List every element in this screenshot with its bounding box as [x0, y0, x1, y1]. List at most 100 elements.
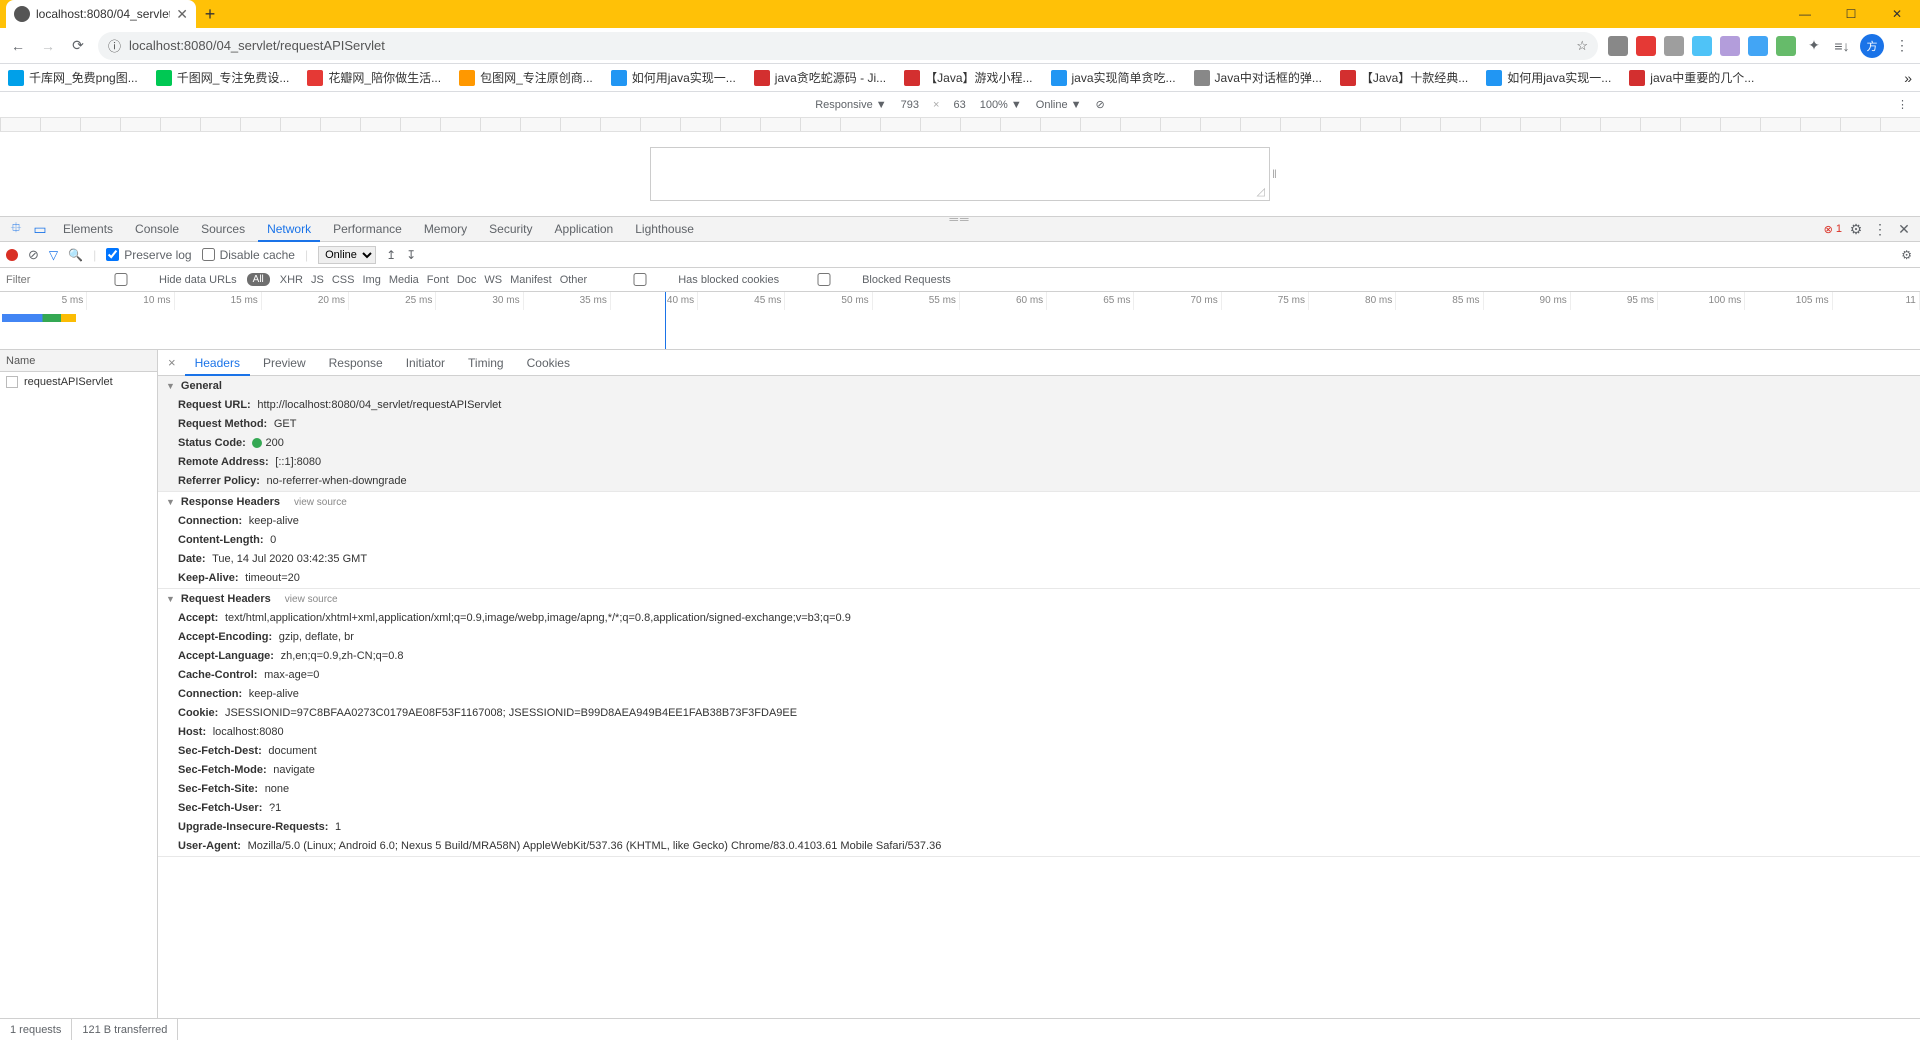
drag-handle-icon[interactable]: ══	[949, 212, 970, 226]
filter-media[interactable]: Media	[389, 274, 419, 286]
bookmark-item[interactable]: Java中对话框的弹...	[1194, 69, 1322, 86]
device-mode-select[interactable]: Responsive ▼	[815, 99, 886, 111]
bookmark-item[interactable]: java贪吃蛇源码 - Ji...	[754, 69, 886, 86]
maximize-button[interactable]: ☐	[1828, 0, 1874, 28]
bookmark-item[interactable]: java中重要的几个...	[1629, 69, 1754, 86]
preserve-log-checkbox[interactable]: Preserve log	[106, 248, 191, 262]
ext-icon[interactable]	[1748, 36, 1768, 56]
devtools-tab-lighthouse[interactable]: Lighthouse	[626, 216, 703, 242]
close-tab-icon[interactable]: ✕	[176, 6, 188, 23]
corner-resize-icon[interactable]: ◿	[1257, 185, 1265, 198]
devtools-menu-icon[interactable]: ⋮	[1870, 219, 1890, 239]
detail-tab-cookies[interactable]: Cookies	[517, 350, 580, 376]
name-column-header[interactable]: Name	[0, 350, 157, 372]
bookmark-item[interactable]: 花瓣网_陪你做生活...	[307, 69, 441, 86]
menu-kebab-icon[interactable]: ⋮	[1892, 36, 1912, 56]
hide-data-urls-checkbox[interactable]: Hide data URLs	[86, 273, 237, 286]
filter-all[interactable]: All	[247, 273, 270, 286]
timeline[interactable]: 5 ms10 ms15 ms20 ms25 ms30 ms35 ms40 ms4…	[0, 292, 1920, 350]
record-button[interactable]	[6, 249, 18, 261]
ext-icon[interactable]	[1664, 36, 1684, 56]
filter-input[interactable]	[6, 274, 76, 286]
devtools-tab-console[interactable]: Console	[126, 216, 188, 242]
device-toggle-icon[interactable]: ▭	[30, 219, 50, 239]
bookmark-star-icon[interactable]: ☆	[1576, 38, 1588, 54]
detail-tab-preview[interactable]: Preview	[253, 350, 316, 376]
bookmark-item[interactable]: 如何用java实现一...	[1486, 69, 1611, 86]
request-row[interactable]: requestAPIServlet	[0, 372, 157, 392]
bookmark-item[interactable]: 【Java】游戏小程...	[904, 69, 1032, 86]
device-menu-icon[interactable]: ⋮	[1897, 98, 1908, 111]
bookmark-item[interactable]: 【Java】十款经典...	[1340, 69, 1468, 86]
browser-tab[interactable]: localhost:8080/04_servlet/req ✕	[6, 0, 196, 28]
device-width[interactable]: 793	[901, 99, 919, 111]
filter-doc[interactable]: Doc	[457, 274, 477, 286]
bookmark-item[interactable]: java实现简单贪吃...	[1051, 69, 1176, 86]
back-icon[interactable]: ←	[8, 36, 28, 56]
request-headers-header[interactable]: ▼Request Headersview source	[158, 589, 1920, 609]
rotate-icon[interactable]: ⊘	[1096, 98, 1105, 111]
omnibox[interactable]: ⓘ localhost:8080/04_servlet/requestAPISe…	[98, 32, 1598, 60]
detail-tab-initiator[interactable]: Initiator	[396, 350, 455, 376]
profile-avatar[interactable]: 方	[1860, 34, 1884, 58]
new-tab-button[interactable]: +	[196, 4, 224, 25]
throttle-select[interactable]: Online ▼	[1036, 99, 1082, 111]
download-icon[interactable]: ↧	[406, 248, 416, 262]
devtools-tab-elements[interactable]: Elements	[54, 216, 122, 242]
ext-icon[interactable]	[1720, 36, 1740, 56]
zoom-select[interactable]: 100% ▼	[980, 99, 1022, 111]
clear-icon[interactable]: ⊘	[28, 247, 39, 263]
devtools-tab-application[interactable]: Application	[546, 216, 623, 242]
site-info-icon[interactable]: ⓘ	[108, 36, 121, 55]
filter-xhr[interactable]: XHR	[280, 274, 303, 286]
bookmark-item[interactable]: 包图网_专注原创商...	[459, 69, 593, 86]
filter-font[interactable]: Font	[427, 274, 449, 286]
ext-icon[interactable]	[1692, 36, 1712, 56]
disable-cache-checkbox[interactable]: Disable cache	[202, 248, 295, 262]
network-settings-icon[interactable]: ⚙	[1901, 248, 1912, 262]
response-headers-header[interactable]: ▼Response Headersview source	[158, 492, 1920, 512]
ext-icon[interactable]	[1636, 36, 1656, 56]
filter-manifest[interactable]: Manifest	[510, 274, 552, 286]
throttle-select[interactable]: Online	[318, 246, 376, 264]
bookmarks-overflow-icon[interactable]: »	[1904, 70, 1912, 86]
ext-icon[interactable]	[1608, 36, 1628, 56]
close-devtools-icon[interactable]: ✕	[1894, 219, 1914, 239]
timeline-cursor[interactable]	[665, 292, 666, 349]
devtools-tab-memory[interactable]: Memory	[415, 216, 476, 242]
detail-tab-headers[interactable]: Headers	[185, 350, 250, 376]
detail-tab-timing[interactable]: Timing	[458, 350, 514, 376]
devtools-tab-network[interactable]: Network	[258, 216, 320, 242]
minimize-button[interactable]: —	[1782, 0, 1828, 28]
filter-ws[interactable]: WS	[484, 274, 502, 286]
detail-tab-response[interactable]: Response	[319, 350, 393, 376]
bookmark-item[interactable]: 千库网_免费png图...	[8, 69, 138, 86]
filter-css[interactable]: CSS	[332, 274, 355, 286]
general-header[interactable]: ▼General	[158, 376, 1920, 396]
filter-other[interactable]: Other	[560, 274, 588, 286]
devtools-tab-performance[interactable]: Performance	[324, 216, 411, 242]
resize-handle-icon[interactable]: ‖	[1272, 167, 1277, 181]
reading-list-icon[interactable]: ≡↓	[1832, 36, 1852, 56]
blocked-requests-checkbox[interactable]: Blocked Requests	[789, 273, 951, 286]
device-height[interactable]: 63	[953, 99, 965, 111]
close-detail-icon[interactable]: ×	[162, 355, 182, 370]
devtools-tab-security[interactable]: Security	[480, 216, 541, 242]
search-icon[interactable]: 🔍	[68, 248, 83, 262]
error-count[interactable]: ⊗ 1	[1824, 223, 1842, 236]
upload-icon[interactable]: ↥	[386, 248, 396, 262]
inspect-icon[interactable]: ⯐	[6, 219, 26, 239]
reload-icon[interactable]: ⟳	[68, 36, 88, 56]
bookmark-item[interactable]: 千图网_专注免费设...	[156, 69, 290, 86]
filter-img[interactable]: Img	[362, 274, 380, 286]
filter-js[interactable]: JS	[311, 274, 324, 286]
has-blocked-cookies-checkbox[interactable]: Has blocked cookies	[605, 273, 779, 286]
ext-icon[interactable]	[1776, 36, 1796, 56]
view-source-link[interactable]: view source	[294, 497, 347, 508]
settings-gear-icon[interactable]: ⚙	[1846, 219, 1866, 239]
forward-icon[interactable]: →	[38, 36, 58, 56]
devtools-tab-sources[interactable]: Sources	[192, 216, 254, 242]
view-source-link[interactable]: view source	[285, 594, 338, 605]
close-window-button[interactable]: ✕	[1874, 0, 1920, 28]
bookmark-item[interactable]: 如何用java实现一...	[611, 69, 736, 86]
